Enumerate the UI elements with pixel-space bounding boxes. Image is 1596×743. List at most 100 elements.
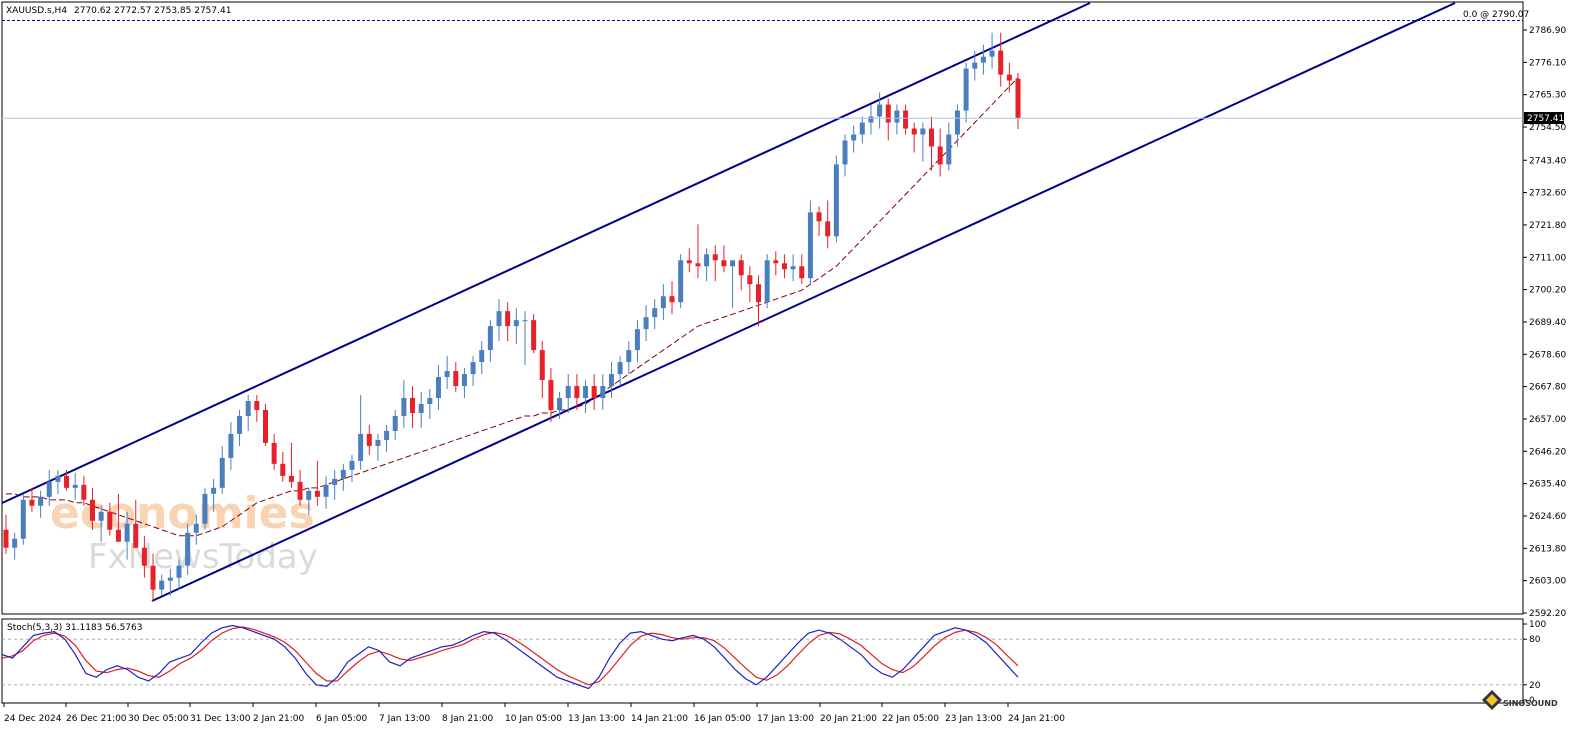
candle-body: [583, 386, 589, 399]
time-tick-label: 13 Jan 13:00: [568, 714, 625, 724]
stoch-label: Stoch(5,3,3) 31.1183 56.5763: [7, 623, 142, 633]
candle-body: [764, 260, 770, 303]
candle-body: [678, 260, 684, 303]
candle-body: [574, 386, 580, 399]
candle-body: [219, 457, 225, 488]
price-tick-label: 2754.50: [1529, 123, 1566, 133]
candle-body: [12, 538, 18, 548]
time-tick-label: 2 Jan 21:00: [253, 714, 305, 724]
candle-body: [980, 56, 986, 63]
chart-header: XAUUSD.s,H4 2770.62 2772.57 2753.85 2757…: [6, 6, 231, 16]
price-tick-label: 2700.20: [1529, 286, 1566, 296]
candle-body: [487, 326, 493, 351]
candle-body: [55, 475, 61, 482]
candle-body: [340, 469, 346, 479]
candle-body: [358, 433, 364, 461]
candle-body: [859, 122, 865, 135]
candle-body: [738, 260, 744, 276]
candle-body: [435, 377, 441, 399]
candle-body: [790, 266, 796, 270]
time-tick-label: 20 Jan 21:00: [820, 714, 877, 724]
time-tick-label: 31 Dec 13:00: [190, 714, 251, 724]
candle-body: [384, 430, 390, 440]
candle-body: [911, 128, 917, 135]
candle-body: [211, 487, 217, 494]
watermark-fxnewstoday: FxNewsToday: [88, 537, 318, 577]
candle-body: [781, 263, 787, 270]
time-tick-label: 16 Jan 05:00: [694, 714, 751, 724]
current-price-label: 2757.41: [1527, 114, 1564, 124]
candle-body: [591, 386, 597, 399]
candle-body: [254, 401, 260, 410]
candle-body: [557, 398, 563, 410]
candle-body: [695, 263, 701, 267]
candle-body: [903, 110, 909, 129]
candle-body: [202, 493, 208, 524]
candle-body: [124, 523, 130, 542]
price-tick-label: 2776.10: [1529, 58, 1566, 68]
candle-body: [704, 254, 710, 267]
candle-body: [522, 320, 528, 322]
candle-body: [946, 134, 952, 165]
candle-body: [1006, 74, 1012, 81]
stoch-tick-label: 80: [1529, 635, 1541, 645]
candle-body: [505, 311, 511, 327]
candle-body: [271, 442, 277, 464]
candle-body: [453, 371, 459, 387]
candle-body: [565, 386, 571, 399]
candle-body: [989, 50, 995, 57]
candle-body: [937, 146, 943, 165]
candle-body: [64, 475, 70, 488]
candle-body: [851, 134, 857, 141]
candle-body: [288, 475, 294, 482]
candle-body: [929, 128, 935, 147]
candle-body: [262, 409, 268, 443]
candle-body: [825, 221, 831, 237]
time-tick-label: 6 Jan 05:00: [316, 714, 368, 724]
price-tick-label: 2667.80: [1529, 383, 1566, 393]
candle-body: [133, 523, 139, 548]
time-tick-label: 10 Jan 05:00: [505, 714, 562, 724]
candle-body: [176, 565, 182, 578]
candle-body: [954, 110, 960, 135]
candle-body: [20, 499, 26, 539]
price-chart[interactable]: economies FxNewsToday 2786.90 2776.10 2765…: [0, 0, 1596, 743]
price-tick-label: 2613.80: [1529, 544, 1566, 554]
candle-body: [115, 529, 121, 542]
candle-body: [600, 386, 606, 399]
candle-body: [842, 140, 848, 165]
candle-body: [660, 296, 666, 309]
time-tick-label: 8 Jan 21:00: [442, 714, 494, 724]
candle-body: [626, 350, 632, 363]
candle-body: [185, 532, 191, 566]
candle-body: [617, 362, 623, 375]
candle-body: [799, 266, 805, 279]
stoch-panel: [1, 618, 1524, 704]
candle-body: [444, 371, 450, 378]
candle-body: [496, 311, 502, 327]
candle-body: [608, 374, 614, 387]
candle-body: [3, 529, 9, 548]
candle-body: [410, 398, 416, 413]
candle-body: [375, 439, 381, 446]
watermark-economies: economies: [50, 488, 315, 539]
time-tick-label: 24 Dec 2024: [4, 714, 62, 724]
corner-logo-text: SINOSOUND: [1503, 699, 1558, 708]
stoch-tick-label: 20: [1529, 681, 1541, 691]
candle-body: [539, 350, 545, 381]
candle-body: [237, 415, 243, 434]
price-tick-label: 2689.40: [1529, 318, 1566, 328]
time-tick-label: 17 Jan 13:00: [757, 714, 814, 724]
candle-body: [721, 260, 727, 267]
candle-body: [652, 308, 658, 318]
candle-body: [392, 415, 398, 431]
candle-body: [747, 275, 753, 285]
candle-body: [712, 254, 718, 261]
price-tick-label: 2678.60: [1529, 350, 1566, 360]
candle-body: [141, 547, 147, 566]
candle-body: [920, 128, 926, 135]
time-tick-label: 22 Jan 05:00: [882, 714, 939, 724]
fib-label: 0.0 @ 2790.07: [1463, 10, 1529, 20]
candle-body: [366, 433, 372, 446]
time-tick-label: 23 Jan 13:00: [945, 714, 1002, 724]
